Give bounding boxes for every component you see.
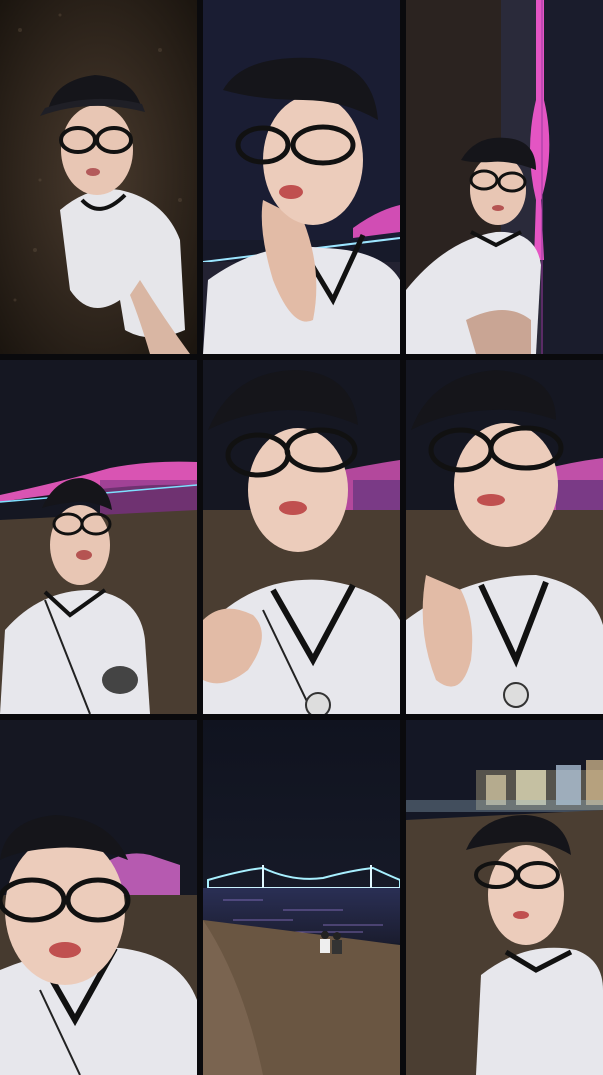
frame-6-closeup-hand [406,360,603,714]
frame-9-blurry-city-lights [406,720,603,1075]
frame-3-pillar-pink-lights [406,0,603,354]
frame-4-beach-pink-bridge [0,360,197,714]
frame-5-closeup-bridge [203,360,400,714]
frame-7-beach-bridge-left [0,720,197,1075]
frame-1-beach-sand [0,0,197,354]
frame-2-night-bridge [203,0,400,354]
photo-collage-grid [0,0,603,1075]
frame-8-bridge-shore [203,720,400,1075]
